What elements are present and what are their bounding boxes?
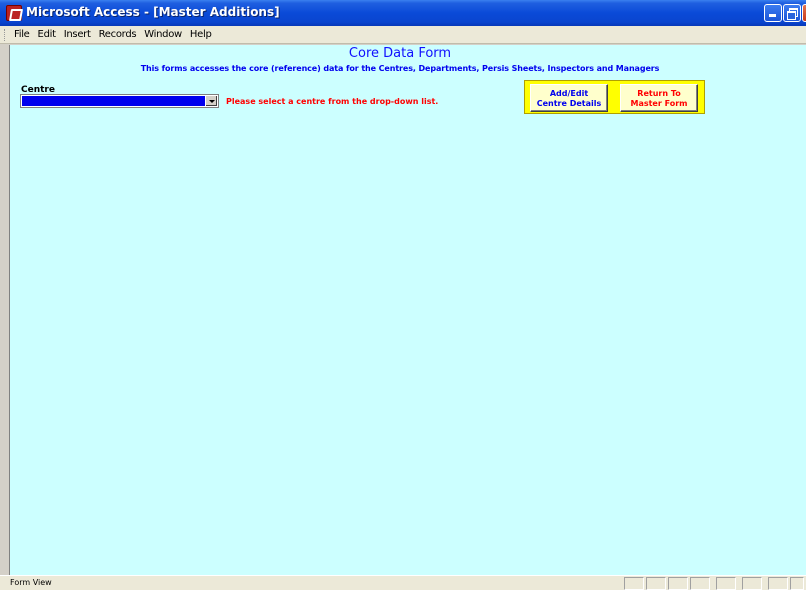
menu-insert[interactable]: Insert	[60, 29, 95, 40]
status-panel	[646, 577, 666, 590]
status-text: Form View	[10, 578, 52, 587]
access-app-icon[interactable]	[6, 5, 22, 21]
menu-file[interactable]: File	[10, 29, 34, 40]
form-title: Core Data Form	[348, 46, 452, 61]
return-to-master-button[interactable]: Return To Master Form	[620, 84, 698, 112]
status-panel	[668, 577, 688, 590]
add-edit-centre-label-2: Centre Details	[536, 99, 602, 108]
status-panel	[790, 577, 804, 590]
centre-combo-box[interactable]	[20, 94, 219, 108]
menu-help[interactable]: Help	[186, 29, 216, 40]
status-panel	[768, 577, 788, 590]
menu-bar: File Edit Insert Records Window Help	[0, 26, 806, 44]
menu-window[interactable]: Window	[140, 29, 186, 40]
add-edit-centre-button[interactable]: Add/Edit Centre Details	[530, 84, 608, 112]
title-bar: Microsoft Access - [Master Additions]	[0, 0, 806, 26]
status-bar: Form View	[0, 575, 806, 590]
status-panel	[716, 577, 736, 590]
close-button[interactable]	[802, 4, 806, 22]
status-panel	[624, 577, 644, 590]
menu-grip-icon[interactable]	[4, 28, 7, 41]
core-data-form: Core Data Form This forms accesses the c…	[9, 45, 806, 575]
centre-hint: Please select a centre from the drop-dow…	[226, 97, 439, 106]
menu-records[interactable]: Records	[95, 29, 141, 40]
dropdown-arrow-icon[interactable]	[205, 96, 217, 106]
status-panel	[742, 577, 762, 590]
form-subtitle: This forms accesses the core (reference)…	[140, 64, 660, 73]
button-panel: Add/Edit Centre Details Return To Master…	[524, 80, 705, 114]
centre-label: Centre	[21, 85, 55, 95]
menu-edit[interactable]: Edit	[34, 29, 60, 40]
status-panel	[690, 577, 710, 590]
restore-button[interactable]	[783, 4, 801, 22]
minimize-button[interactable]	[764, 4, 782, 22]
return-to-master-label-2: Master Form	[630, 99, 688, 108]
add-edit-centre-label-1: Add/Edit	[549, 89, 589, 98]
return-to-master-label-1: Return To	[637, 89, 681, 98]
window-title: Microsoft Access - [Master Additions]	[26, 5, 280, 19]
